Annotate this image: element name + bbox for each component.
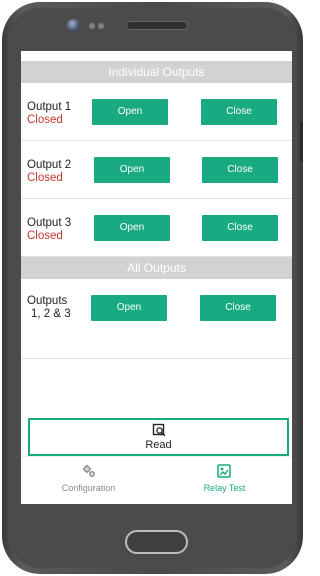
all-outputs-row: Outputs 1, 2 & 3 Open Close xyxy=(21,279,292,359)
output-3-open-button[interactable]: Open xyxy=(94,215,170,241)
output-1-open-button[interactable]: Open xyxy=(92,99,168,125)
output-row-1: Output 1 Closed Open Close xyxy=(21,83,292,141)
all-outputs-label-line1: Outputs xyxy=(27,295,68,307)
output-2-label: Output 2 xyxy=(27,159,72,171)
tab-configuration-label: Configuration xyxy=(61,483,116,493)
light-sensor xyxy=(98,23,104,29)
output-row-2: Output 2 Closed Open Close xyxy=(21,141,292,199)
proximity-sensor xyxy=(89,23,95,29)
bottom-tab-bar: Configuration Relay Test xyxy=(21,456,292,504)
output-row-3: Output 3 Closed Open Close xyxy=(21,199,292,257)
all-outputs-label-line2: 1, 2 & 3 xyxy=(31,308,71,320)
phone-frame: Individual Outputs Output 1 Closed Open … xyxy=(2,2,303,574)
volume-button xyxy=(300,122,303,162)
tab-relay-test-label: Relay Test xyxy=(203,483,246,493)
individual-outputs-header: Individual Outputs xyxy=(21,61,292,83)
output-3-status: Closed xyxy=(27,230,63,242)
output-3-close-button[interactable]: Close xyxy=(202,215,278,241)
all-outputs-close-button[interactable]: Close xyxy=(200,295,276,321)
output-1-status: Closed xyxy=(27,114,63,126)
tab-relay-test[interactable]: Relay Test xyxy=(157,457,292,504)
tab-configuration[interactable]: Configuration xyxy=(21,457,156,504)
output-2-status: Closed xyxy=(27,172,63,184)
relay-test-icon xyxy=(217,464,231,478)
output-3-label: Output 3 xyxy=(27,217,72,229)
output-2-open-button[interactable]: Open xyxy=(94,157,170,183)
home-button[interactable] xyxy=(125,530,188,554)
front-camera xyxy=(67,19,80,32)
gears-icon xyxy=(82,464,95,477)
read-label: Read xyxy=(145,439,172,451)
output-1-close-button[interactable]: Close xyxy=(201,99,277,125)
app-screen: Individual Outputs Output 1 Closed Open … xyxy=(21,51,292,504)
all-outputs-open-button[interactable]: Open xyxy=(91,295,167,321)
read-button[interactable]: Read xyxy=(28,418,289,456)
output-1-label: Output 1 xyxy=(27,101,72,113)
earpiece-speaker xyxy=(126,21,188,30)
output-2-close-button[interactable]: Close xyxy=(202,157,278,183)
all-outputs-header: All Outputs xyxy=(21,257,292,279)
read-search-icon xyxy=(152,423,166,437)
